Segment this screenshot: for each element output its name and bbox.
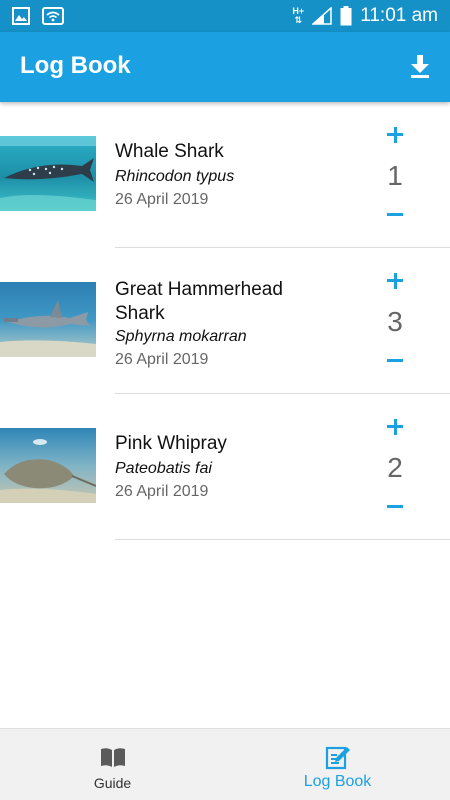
nav-label-guide: Guide [93,775,132,791]
sighting-count: 2 [387,452,403,483]
signal-icon [312,7,332,25]
species-name: Whale Shark [115,141,224,162]
image-icon [12,7,30,25]
whale-shark-photo [0,136,96,211]
sighting-count: 1 [387,160,403,191]
network-type: H+ [292,6,305,16]
book-icon [100,748,125,767]
species-name: Great Hammerhead Shark [115,279,283,324]
scientific-name: Sphyrna mokarran [115,328,247,345]
decrement-button[interactable] [382,202,408,228]
network-arrows-icon: H+ ⇅ [292,6,305,25]
sighting-date: 26 April 2019 [115,483,209,500]
divider [115,539,450,540]
download-button[interactable] [404,50,436,82]
nav-item-log-book[interactable]: Log Book [225,729,450,800]
nav-label-log-book: Log Book [303,773,372,790]
log-list: Whale Shark Rhincodon typus 26 April 201… [0,102,450,540]
species-name: Pink Whipray [115,433,227,454]
download-icon [411,55,429,78]
status-bar: H+ ⇅ 11:01 am [0,0,450,32]
wifi-icon [42,7,64,25]
list-item[interactable]: Great Hammerhead Shark Sphyrna mokarran … [0,248,450,394]
nav-item-guide[interactable]: Guide [0,729,225,800]
decrement-button[interactable] [382,494,408,520]
increment-button[interactable] [382,414,408,440]
list-item[interactable]: Pink Whipray Pateobatis fai 26 April 201… [0,394,450,540]
bottom-navigation: Guide Log Book [0,728,450,800]
sighting-count: 3 [387,306,403,337]
list-item[interactable]: Whale Shark Rhincodon typus 26 April 201… [0,102,450,248]
app-bar: Log Book [0,32,450,102]
decrement-button[interactable] [382,348,408,374]
edit-note-icon [325,746,350,770]
increment-button[interactable] [382,268,408,294]
scientific-name: Pateobatis fai [115,460,212,477]
pink-whipray-photo [0,428,96,503]
scientific-name: Rhincodon typus [115,168,235,185]
increment-button[interactable] [382,122,408,148]
battery-icon [340,6,352,26]
page-title: Log Book [20,52,131,79]
hammerhead-shark-photo [0,282,96,357]
sighting-date: 26 April 2019 [115,191,209,208]
sighting-date: 26 April 2019 [115,351,209,368]
clock: 11:01 am [360,5,438,26]
